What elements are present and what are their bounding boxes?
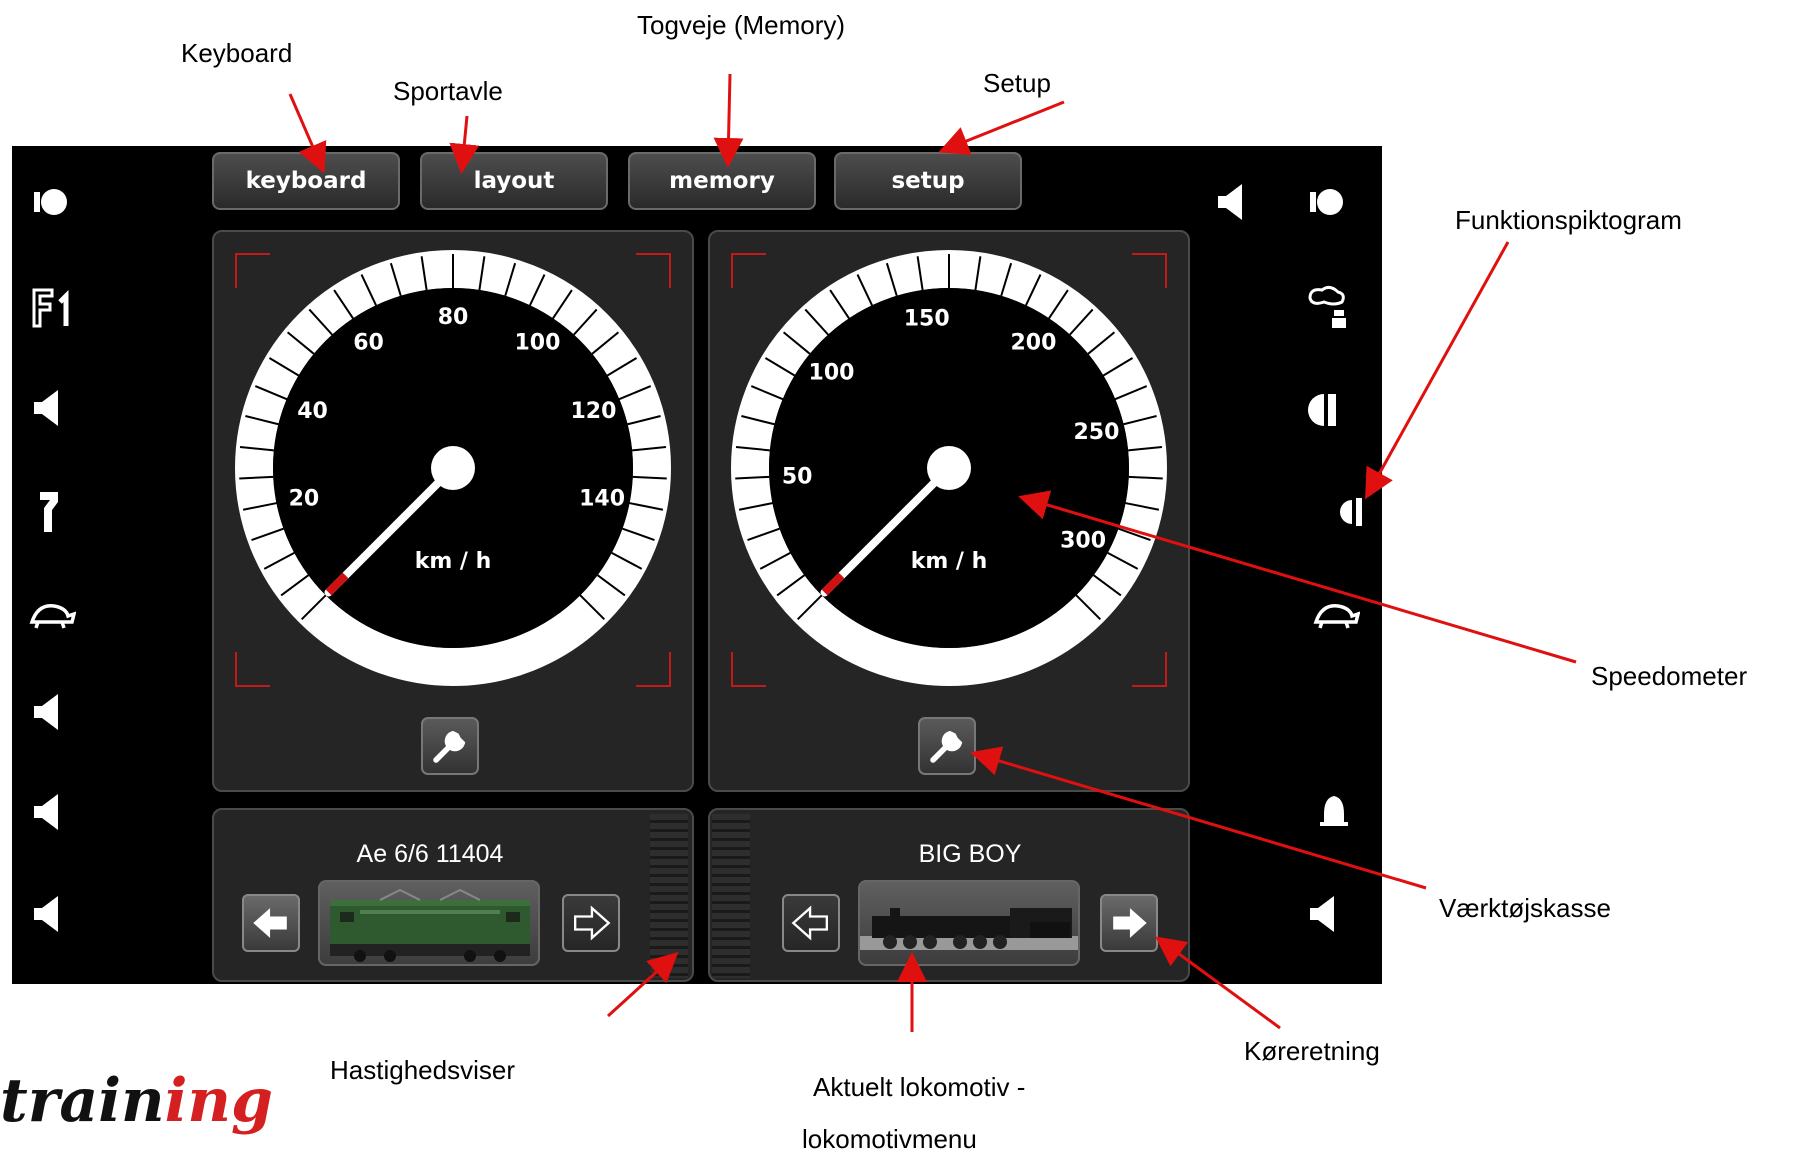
annotation-arrows	[288, 73, 1577, 1032]
training-logo: training	[0, 1066, 273, 1136]
